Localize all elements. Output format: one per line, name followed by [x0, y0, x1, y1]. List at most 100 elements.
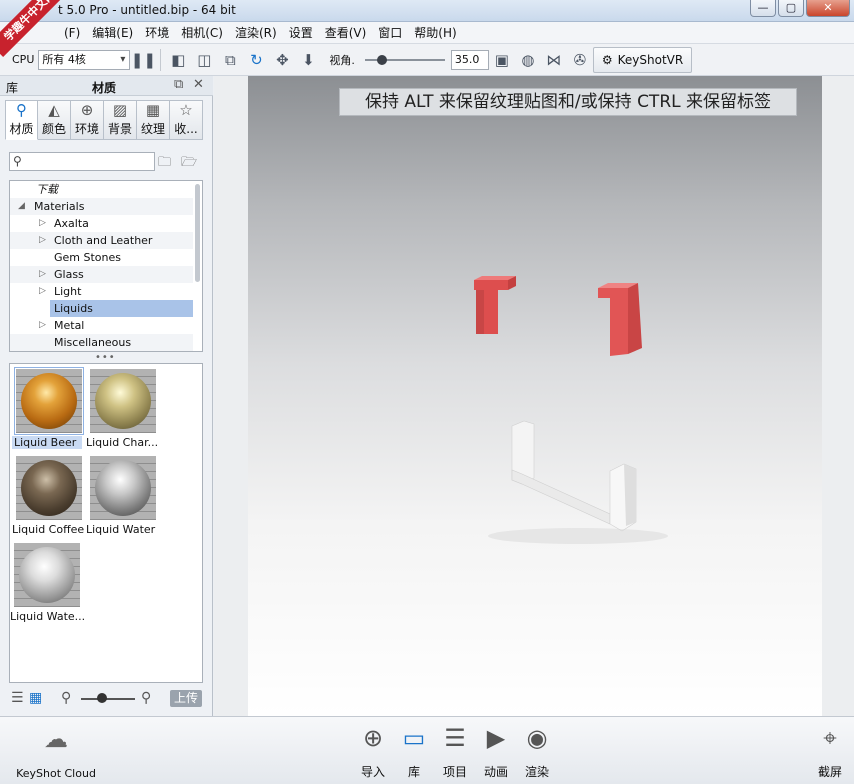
tree-item-materials[interactable]: ◢ Materials — [10, 198, 193, 215]
splitter-handle[interactable]: ••• — [95, 352, 116, 363]
tree-item-gem-stones[interactable]: Gem Stones — [10, 249, 193, 266]
tree-item-downloads[interactable]: 下载 — [10, 181, 193, 198]
tree-item-axalta[interactable]: ▷ Axalta — [10, 215, 193, 232]
material-liquid-beer[interactable]: Liquid Beer — [12, 366, 86, 450]
pause-icon[interactable]: ❚❚ — [130, 48, 156, 72]
tab-colors[interactable]: ◭ 颜色 — [38, 100, 71, 140]
tree-item-liquids[interactable]: Liquids — [50, 300, 193, 317]
expand-arrow-icon[interactable]: ▷ — [39, 232, 46, 249]
grid-view-icon[interactable]: ▦ — [29, 690, 42, 706]
geometry-view-icon[interactable]: ⋈ — [541, 48, 567, 72]
menu-file[interactable]: (F) — [58, 26, 86, 40]
cpu-cores-select[interactable]: 所有 4核 — [38, 49, 131, 70]
fov-slider-thumb[interactable] — [376, 54, 387, 65]
menu-camera[interactable]: 相机(C) — [175, 24, 229, 41]
performance-mode-icon[interactable]: ◍ — [515, 48, 541, 72]
render-viewport[interactable]: 保持 ALT 来保留纹理贴图和/或保持 CTRL 来保留标签 — [214, 76, 854, 716]
tree-item-miscellaneous[interactable]: Miscellaneous — [10, 334, 193, 351]
camera-icon[interactable]: ◫ — [191, 48, 217, 72]
folder-options-icon[interactable]: 🗁 — [181, 153, 201, 170]
thumbnail-size-thumb[interactable] — [97, 693, 107, 703]
list-view-icon[interactable]: ☰ — [11, 690, 24, 706]
material-label: Liquid Wate... — [10, 610, 86, 623]
cloud-label: KeyShot Cloud — [16, 767, 96, 780]
tab-label: 环境 — [74, 122, 99, 136]
window-controls: — ▢ ✕ — [750, 0, 850, 17]
red-part-left[interactable] — [474, 276, 516, 334]
animation-button[interactable]: ▶ 动画 — [476, 721, 516, 780]
white-bracket[interactable] — [511, 420, 637, 532]
drop-to-ground-icon[interactable]: ⬇ — [295, 48, 321, 72]
main-toolbar: CPU 所有 4核 ❚❚ ◧ ◫ ⧉ ↻ ✥ ⬇ 视角. 35.0 ▣ ◍ ⋈ … — [0, 44, 854, 76]
expand-arrow-icon[interactable]: ▷ — [39, 283, 46, 300]
menu-window[interactable]: 窗口 — [372, 24, 408, 41]
keyshot-logo-icon[interactable]: ✇ — [567, 48, 593, 72]
menu-edit[interactable]: 编辑(E) — [86, 24, 139, 41]
upload-button[interactable]: 上传 — [170, 690, 202, 707]
title-bar: t 5.0 Pro - untitled.bip - 64 bit — ▢ ✕ — [0, 0, 854, 22]
tab-materials[interactable]: ⚲ 材质 — [5, 100, 38, 140]
window-title: t 5.0 Pro - untitled.bip - 64 bit — [58, 3, 236, 17]
tree-item-metal[interactable]: ▷ Metal — [10, 317, 193, 334]
zoom-in-icon[interactable]: ⚲ — [141, 690, 151, 706]
keyshotvr-button[interactable]: ⚙ KeyShotVR — [592, 46, 693, 73]
tree-scrollbar[interactable] — [195, 184, 200, 282]
material-liquid-water-2[interactable]: Liquid Wate... — [10, 540, 85, 624]
tab-textures[interactable]: ▦ 纹理 — [137, 100, 170, 140]
material-liquid-coffee[interactable]: Liquid Coffee — [12, 453, 86, 537]
material-liquid-char[interactable]: Liquid Char... — [86, 366, 160, 450]
keyshot-cloud-button[interactable]: ☁ KeyShot Cloud — [14, 723, 98, 780]
menu-render[interactable]: 渲染(R) — [229, 24, 283, 41]
expand-arrow-icon[interactable]: ▷ — [39, 266, 46, 283]
render-canvas[interactable]: 保持 ALT 来保留纹理贴图和/或保持 CTRL 来保留标签 — [248, 76, 822, 716]
tree-item-label: Glass — [54, 268, 84, 281]
screenshot-label: 截屏 — [817, 765, 842, 779]
material-liquid-water[interactable]: Liquid Water — [86, 453, 160, 537]
tree-item-label: Miscellaneous — [54, 336, 132, 349]
cloud-icon: ☁ — [44, 725, 68, 753]
zoom-out-icon[interactable]: ⚲ — [61, 690, 71, 706]
tree-item-label: Light — [54, 285, 82, 298]
close-button[interactable]: ✕ — [806, 0, 850, 17]
tab-favorites[interactable]: ☆ 收... — [170, 100, 203, 140]
undock-icon[interactable]: ⧉ — [174, 77, 183, 92]
maximize-button[interactable]: ▢ — [778, 0, 804, 17]
fov-input[interactable]: 35.0 — [450, 49, 489, 70]
ground-shadow — [488, 528, 668, 544]
thumbnail-size-slider[interactable] — [81, 698, 135, 700]
menu-settings[interactable]: 设置 — [283, 24, 319, 41]
expand-arrow-icon[interactable]: ▷ — [39, 215, 46, 232]
refresh-icon[interactable]: ↻ — [243, 48, 269, 72]
vr-icon: ⚙ — [601, 52, 613, 67]
library-button[interactable]: ▭ 库 — [394, 721, 434, 780]
tab-environments[interactable]: ⊕ 环境 — [71, 100, 104, 140]
add-folder-icon[interactable]: 🗀 — [158, 153, 178, 170]
render-button[interactable]: ◉ 渲染 — [517, 721, 557, 780]
tree-item-glass[interactable]: ▷ Glass — [10, 266, 193, 283]
material-preview — [14, 367, 84, 435]
tree-item-cloth-leather[interactable]: ▷ Cloth and Leather — [10, 232, 193, 249]
region-icon[interactable]: ▣ — [489, 48, 515, 72]
red-part-right[interactable] — [598, 283, 642, 356]
fit-view-icon[interactable]: ✥ — [269, 48, 295, 72]
tree-item-light[interactable]: ▷ Light — [10, 283, 193, 300]
library-search-input[interactable]: ⚲ — [9, 152, 155, 171]
screenshot-button[interactable]: ⌖ 截屏 — [808, 721, 852, 780]
fov-slider[interactable] — [364, 53, 445, 67]
expand-arrow-icon[interactable]: ▷ — [39, 317, 46, 334]
project-button[interactable]: ☰ 项目 — [435, 721, 475, 780]
menu-bar: (F) 编辑(E) 环境 相机(C) 渲染(R) 设置 查看(V) 窗口 帮助(… — [0, 22, 854, 44]
import-button[interactable]: ⊕ 导入 — [353, 721, 393, 780]
menu-help[interactable]: 帮助(H) — [408, 24, 462, 41]
panel-close-icon[interactable]: ✕ — [193, 77, 204, 92]
collapse-arrow-icon[interactable]: ◢ — [18, 198, 25, 215]
material-sphere — [19, 547, 75, 603]
import-label: 导入 — [360, 765, 385, 779]
minimize-button[interactable]: — — [750, 0, 776, 17]
clapper-icon[interactable]: ◧ — [165, 48, 191, 72]
menu-view[interactable]: 查看(V) — [319, 24, 373, 41]
tab-label: 材质 — [9, 122, 34, 136]
menu-environment[interactable]: 环境 — [139, 24, 175, 41]
tab-backplates[interactable]: ▨ 背景 — [104, 100, 137, 140]
copy-camera-icon[interactable]: ⧉ — [217, 48, 243, 72]
